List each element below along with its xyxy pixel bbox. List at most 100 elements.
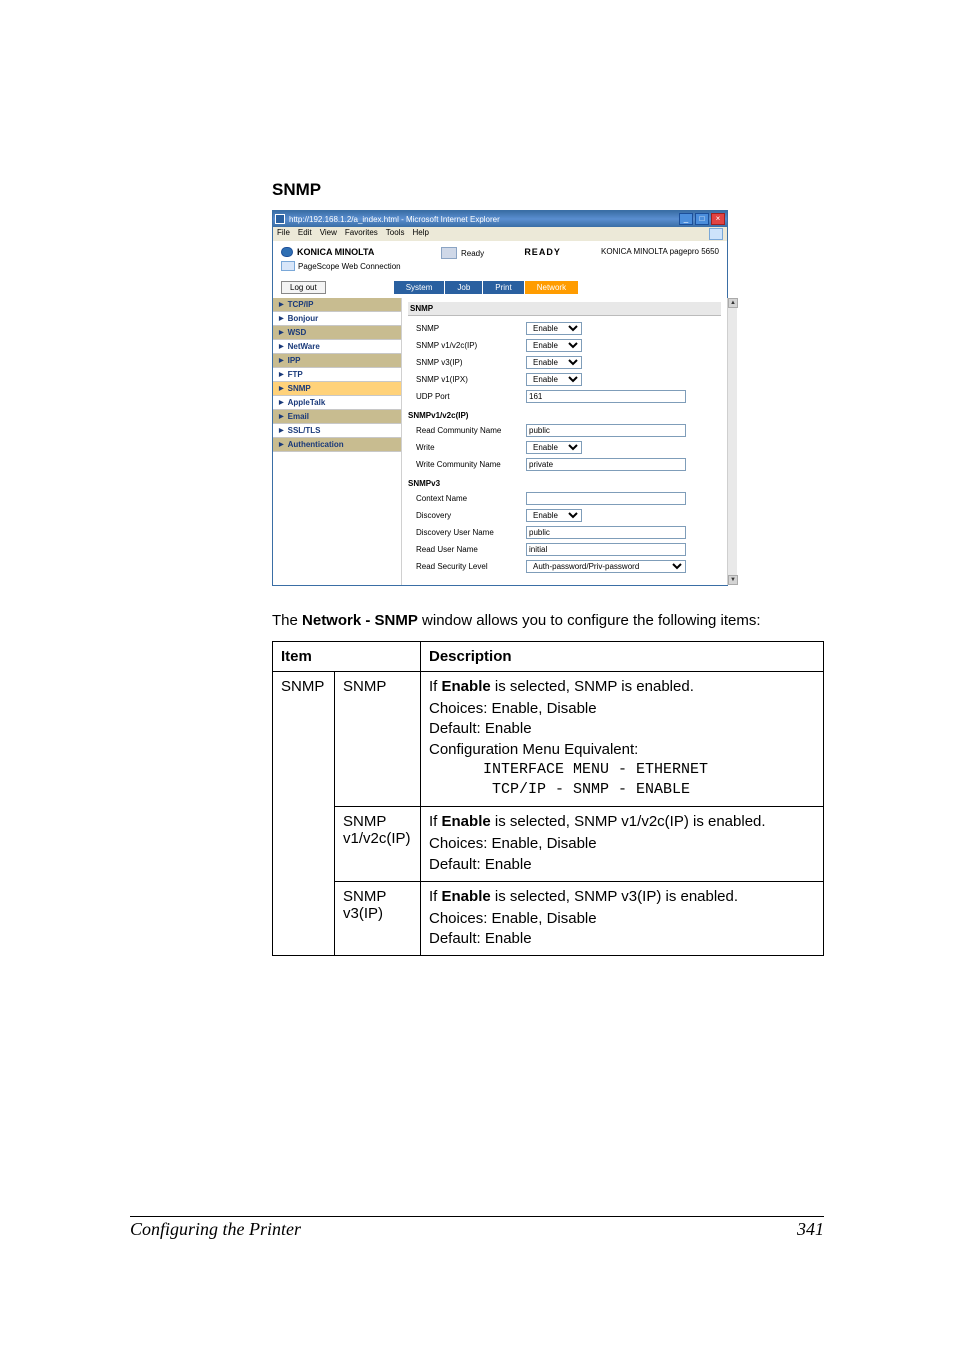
triangle-icon: ▶: [279, 343, 284, 350]
menu-favorites[interactable]: Favorites: [345, 228, 378, 240]
snmp-v1v2c-heading: SNMPv1/v2c(IP): [408, 411, 721, 420]
form-select[interactable]: Enable: [526, 322, 582, 335]
snmp-section-heading: SNMP: [408, 302, 721, 316]
snmp-form: SNMP SNMPEnableSNMP v1/v2c(IP)EnableSNMP…: [401, 298, 727, 585]
menu-view[interactable]: View: [320, 228, 337, 240]
brand-icon: [281, 247, 293, 257]
sidebar-item-label: IPP: [288, 356, 301, 365]
sidebar-item-wsd[interactable]: ▶WSD: [273, 326, 401, 340]
form-row: WriteEnable: [408, 441, 721, 454]
app-header: KONICA MINOLTA PageScope Web Connection …: [273, 241, 727, 281]
form-select[interactable]: Enable: [526, 356, 582, 369]
page-footer: Configuring the Printer 341: [130, 1216, 824, 1240]
minimize-button[interactable]: _: [679, 213, 693, 225]
browser-window: http://192.168.1.2/a_index.html - Micros…: [272, 210, 728, 586]
form-label: Discovery: [408, 511, 526, 520]
sidebar-item-label: SNMP: [288, 384, 311, 393]
form-input[interactable]: [526, 390, 686, 403]
row3-desc: If Enable is selected, SNMP v3(IP) is en…: [421, 881, 824, 956]
page-heading: SNMP: [272, 180, 824, 200]
close-button[interactable]: ×: [711, 213, 725, 225]
menu-file[interactable]: File: [277, 228, 290, 240]
tab-print[interactable]: Print: [483, 281, 523, 294]
form-row: Read Community Name: [408, 424, 721, 437]
caption: The Network - SNMP window allows you to …: [272, 612, 824, 629]
sidebar-item-label: Bonjour: [288, 314, 319, 323]
sidebar-item-ftp[interactable]: ▶FTP: [273, 368, 401, 382]
maximize-button[interactable]: □: [695, 213, 709, 225]
form-input[interactable]: [526, 424, 686, 437]
row2-sub: SNMP v1/v2c(IP): [335, 807, 421, 882]
snmp-v3-heading: SNMPv3: [408, 479, 721, 488]
sidebar-item-netware[interactable]: ▶ NetWare: [273, 340, 401, 354]
sidebar-item-label: FTP: [288, 370, 303, 379]
form-row: SNMP v3(IP)Enable: [408, 356, 721, 369]
titlebar: http://192.168.1.2/a_index.html - Micros…: [273, 211, 727, 227]
col-description: Description: [421, 642, 824, 672]
form-label: Read Community Name: [408, 426, 526, 435]
form-row: UDP Port: [408, 390, 721, 403]
sidebar-item-label: Authentication: [288, 440, 344, 449]
caption-post: window allows you to configure the follo…: [418, 612, 761, 629]
scrollbar[interactable]: ▲ ▼: [727, 298, 737, 585]
triangle-icon: ▶: [279, 385, 284, 392]
printer-icon: [441, 247, 457, 259]
triangle-icon: ▶: [279, 413, 284, 420]
sidebar-item-label: Email: [288, 412, 309, 421]
form-row: SNMP v1/v2c(IP)Enable: [408, 339, 721, 352]
form-row: Discovery User Name: [408, 526, 721, 539]
sidebar-item-bonjour[interactable]: ▶Bonjour: [273, 312, 401, 326]
caption-bold: Network - SNMP: [302, 612, 418, 629]
scroll-down-icon[interactable]: ▼: [728, 575, 738, 585]
form-label: Read User Name: [408, 545, 526, 554]
tab-bar: System Job Print Network: [394, 281, 578, 294]
tab-job[interactable]: Job: [445, 281, 482, 294]
sidebar-item-authentication[interactable]: ▶Authentication: [273, 438, 401, 452]
form-row: SNMP v1(IPX)Enable: [408, 373, 721, 386]
logout-button[interactable]: Log out: [281, 281, 326, 294]
sidebar-item-appletalk[interactable]: ▶AppleTalk: [273, 396, 401, 410]
scroll-up-icon[interactable]: ▲: [728, 298, 738, 308]
sidebar-item-ssl-tls[interactable]: ▶SSL/TLS: [273, 424, 401, 438]
sidebar: ▶TCP/IP▶Bonjour▶WSD▶NetWare▶IPP▶FTP▶SNMP…: [273, 298, 401, 585]
form-select[interactable]: Enable: [526, 373, 582, 386]
sidebar-item-label: NetWare: [288, 342, 320, 351]
form-select[interactable]: Enable: [526, 441, 582, 454]
menu-edit[interactable]: Edit: [298, 228, 312, 240]
form-row: DiscoveryEnable: [408, 509, 721, 522]
menu-help[interactable]: Help: [412, 228, 428, 240]
form-select[interactable]: Enable: [526, 339, 582, 352]
tab-system[interactable]: System: [394, 281, 445, 294]
form-label: SNMP: [408, 324, 526, 333]
form-row: SNMPEnable: [408, 322, 721, 335]
form-label: UDP Port: [408, 392, 526, 401]
form-select[interactable]: Enable: [526, 509, 582, 522]
form-select[interactable]: Auth-password/Priv-password: [526, 560, 686, 573]
form-input[interactable]: [526, 458, 686, 471]
form-input[interactable]: [526, 526, 686, 539]
window-title: http://192.168.1.2/a_index.html - Micros…: [289, 215, 679, 224]
ie-app-icon: [275, 214, 285, 224]
tab-network[interactable]: Network: [525, 281, 578, 294]
triangle-icon: ▶: [279, 399, 284, 406]
form-input[interactable]: [526, 492, 686, 505]
row2-desc: If Enable is selected, SNMP v1/v2c(IP) i…: [421, 807, 824, 882]
brand-name: KONICA MINOLTA: [297, 247, 374, 257]
row1-desc: If Enable is selected, SNMP is enabled. …: [421, 672, 824, 807]
ready-heading: READY: [484, 247, 601, 257]
col-item: Item: [273, 642, 421, 672]
form-input[interactable]: [526, 543, 686, 556]
ie-throbber-icon: [709, 228, 723, 240]
form-label: Write Community Name: [408, 460, 526, 469]
group-snmp: SNMP: [273, 672, 335, 956]
sidebar-item-snmp[interactable]: ▶ SNMP: [273, 382, 401, 396]
menu-tools[interactable]: Tools: [386, 228, 405, 240]
sidebar-item-label: WSD: [288, 328, 307, 337]
sidebar-item-email[interactable]: ▶ Email: [273, 410, 401, 424]
sidebar-item-ipp[interactable]: ▶IPP: [273, 354, 401, 368]
form-row: Context Name: [408, 492, 721, 505]
sidebar-item-tcp-ip[interactable]: ▶TCP/IP: [273, 298, 401, 312]
form-row: Read Security LevelAuth-password/Priv-pa…: [408, 560, 721, 573]
form-label: Context Name: [408, 494, 526, 503]
triangle-icon: ▶: [279, 301, 284, 308]
